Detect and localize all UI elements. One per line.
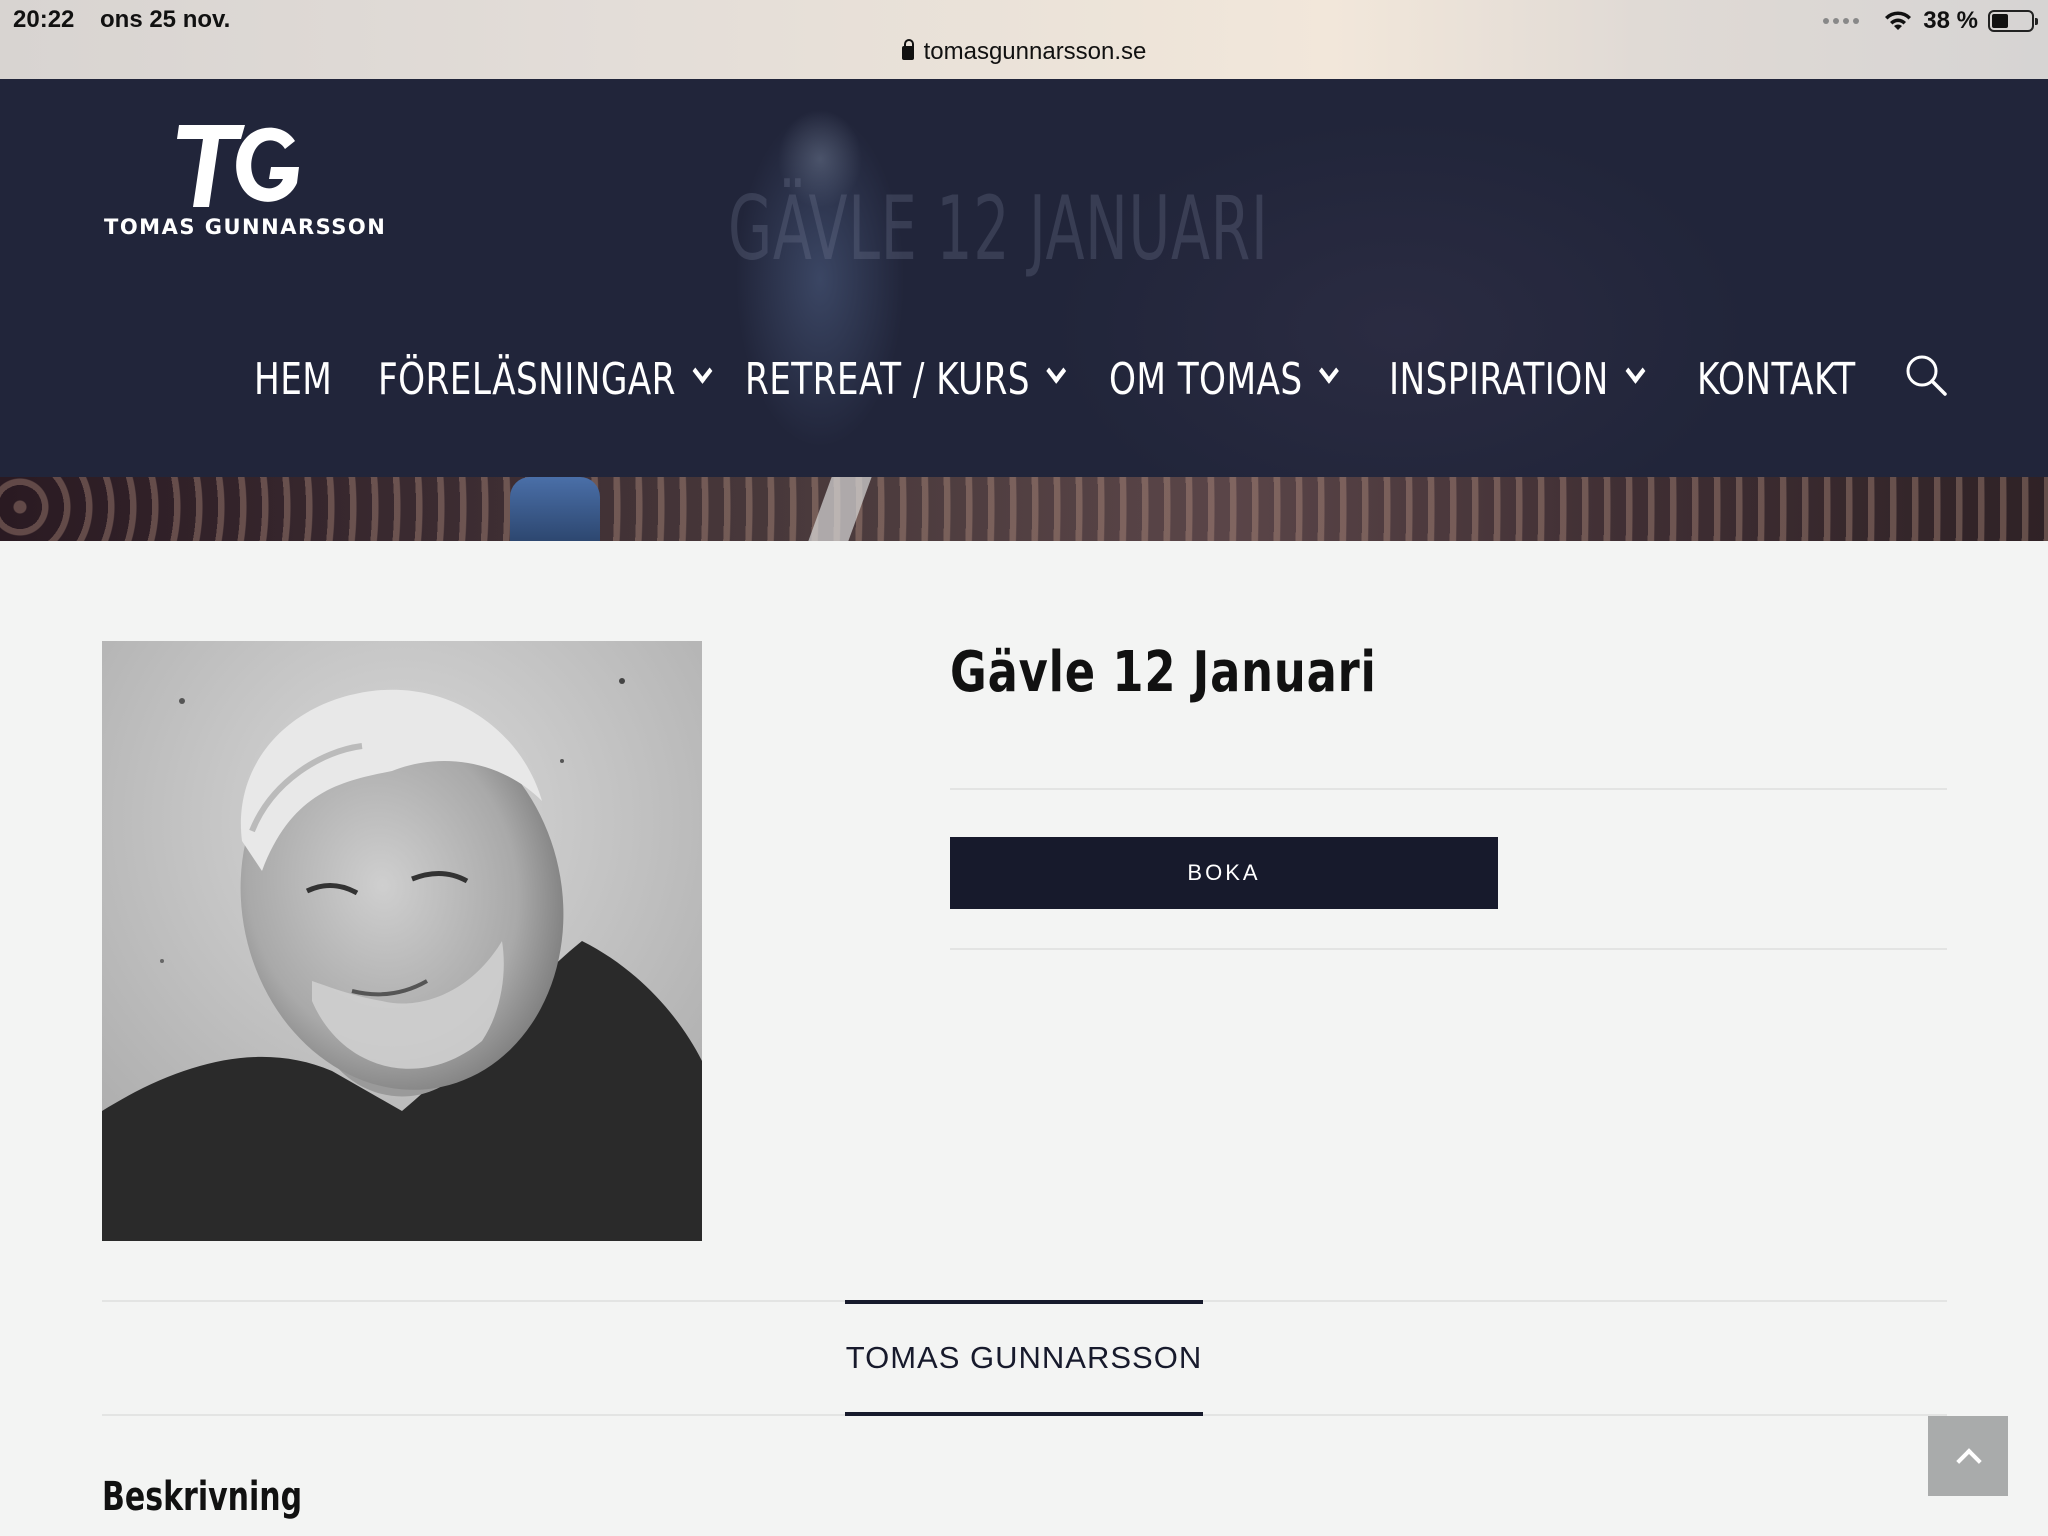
chevron-down-icon: [1320, 362, 1328, 384]
portrait-photo: [102, 641, 702, 1241]
product-title: Gävle 12 Januari: [950, 640, 1377, 705]
status-date: ons 25 nov.: [100, 6, 231, 33]
scroll-to-top-button[interactable]: [1928, 1416, 2008, 1496]
lock-icon: [901, 39, 914, 60]
wifi-icon: [1885, 11, 1912, 30]
status-indicators: 38 %: [1823, 6, 2038, 36]
nav-item-hem[interactable]: HEM: [254, 354, 351, 405]
nav-item-forelasningar[interactable]: FÖRELÄSNINGAR: [378, 354, 676, 405]
divider: [950, 788, 1947, 790]
search-icon[interactable]: [1904, 353, 1948, 397]
speaker-figure: [510, 477, 600, 541]
site-header: TOMAS GUNNARSSON GÄVLE 12 JANUARI HEM FÖ…: [0, 79, 2048, 541]
logo-text: TOMAS GUNNARSSON: [104, 215, 387, 239]
signal-dots-icon: [1823, 18, 1860, 24]
nav-item-kontakt[interactable]: KONTAKT: [1697, 354, 1855, 405]
nav-label: INSPIRATION: [1389, 353, 1609, 405]
site-logo[interactable]: TOMAS GUNNARSSON: [100, 119, 385, 244]
stage-light: [808, 477, 872, 541]
url-text: tomasgunnarsson.se: [923, 38, 1147, 65]
nav-label: RETREAT / KURS: [745, 353, 1030, 405]
divider: [950, 948, 1947, 950]
nav-label: HEM: [254, 353, 333, 405]
product-image[interactable]: [102, 641, 702, 1241]
battery-icon: [1988, 10, 2038, 32]
nav-label: FÖRELÄSNINGAR: [378, 353, 676, 405]
browser-status-bar: 20:22 ons 25 nov. 38 % tomasgunnarsson.s…: [0, 0, 2048, 79]
nav-item-om-tomas[interactable]: OM TOMAS: [1109, 354, 1327, 405]
status-time: 20:22: [13, 6, 75, 33]
address-bar[interactable]: tomasgunnarsson.se: [0, 38, 2048, 66]
tab-tomas-gunnarsson[interactable]: TOMAS GUNNARSSON: [845, 1300, 1203, 1416]
battery-percent: 38 %: [1923, 7, 1978, 34]
main-nav: HEM FÖRELÄSNINGAR RETREAT / KURS OM TOMA…: [254, 349, 1857, 409]
hero-title: GÄVLE 12 JANUARI: [728, 177, 1269, 280]
chevron-down-icon: [1626, 362, 1629, 384]
nav-item-retreat-kurs[interactable]: RETREAT / KURS: [745, 353, 1030, 405]
nav-item-inspiration[interactable]: INSPIRATION: [1389, 354, 1629, 405]
nav-label: OM TOMAS: [1109, 353, 1303, 405]
hero-crowd-image: [0, 477, 2048, 541]
tg-logo-icon: [177, 125, 299, 207]
nav-label: KONTAKT: [1697, 353, 1856, 405]
book-button[interactable]: BOKA: [950, 837, 1498, 909]
description-heading: Beskrivning: [102, 1474, 303, 1520]
